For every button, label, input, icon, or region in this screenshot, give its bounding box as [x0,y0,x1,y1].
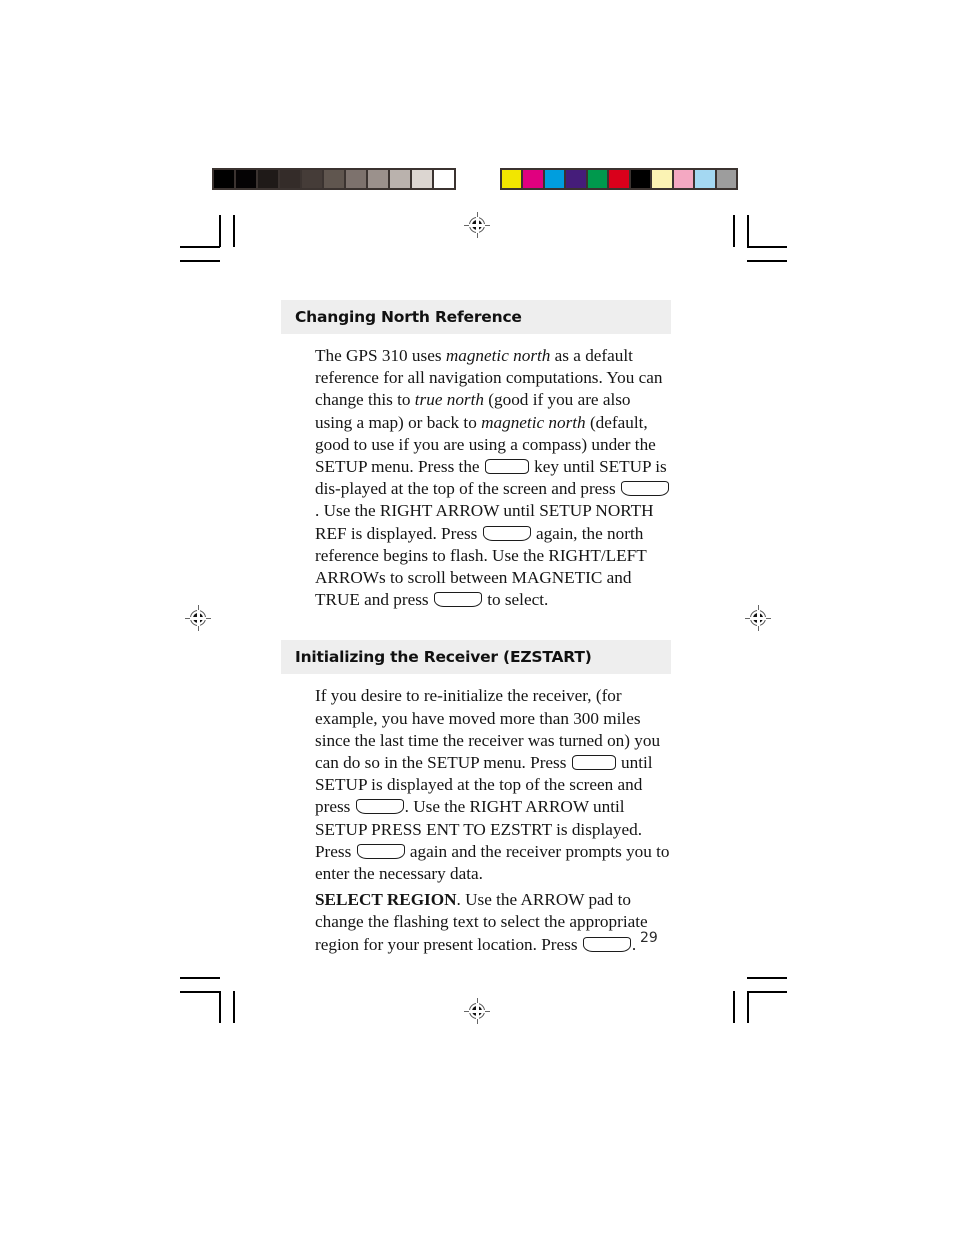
blank-key-button-icon [620,481,669,497]
crop-mark-line [747,260,787,262]
registration-target-left [185,605,211,631]
grayscale-swatch [302,170,324,188]
emphasis-text: true north [414,390,484,410]
crop-mark-line [233,215,235,247]
crop-mark-line [180,977,220,979]
crop-mark-line [733,215,735,247]
paragraph: The GPS 310 uses magnetic north as a def… [315,345,671,611]
color-swatch [609,170,631,188]
blank-key-button-icon [356,843,405,859]
section-changing-north-reference: Changing North Reference The GPS 310 use… [281,300,671,611]
crop-mark-top-left [180,215,235,265]
section-initializing-the-receiver: Initializing the Receiver (EZSTART) If y… [281,640,671,955]
registration-notch [476,1003,479,1019]
blank-key-button-icon [355,799,404,815]
grayscale-swatch [236,170,258,188]
color-calibration-strip [500,168,738,190]
crop-mark-line [180,260,220,262]
grayscale-swatch [368,170,390,188]
paragraph: SELECT REGION. Use the ARROW pad to chan… [315,889,671,956]
page-content: Changing North Reference The GPS 310 use… [281,300,671,956]
blank-key-button-icon [571,755,616,771]
emphasis-text: magnetic north [481,412,586,432]
crop-mark-bottom-left [180,975,235,1025]
color-swatch [716,170,736,188]
crop-mark-line [747,215,749,247]
color-swatch [587,170,610,188]
color-swatch [630,170,653,188]
registration-target-bottom [464,998,490,1024]
registration-notch [476,217,479,233]
grayscale-swatch [346,170,368,188]
registration-notch [197,610,200,626]
crop-mark-line [747,977,787,979]
crop-mark-line [219,991,221,1023]
blank-key-button-icon [482,525,531,541]
paragraph: If you desire to re-initialize the recei… [315,685,671,885]
color-swatch [523,170,545,188]
crop-mark-line [747,246,787,248]
crop-mark-line [733,991,735,1023]
blank-key-button-icon [484,459,529,475]
grayscale-swatch [434,170,454,188]
body-text: . [631,934,637,954]
color-swatch [673,170,696,188]
grayscale-swatch [412,170,434,188]
color-swatch [502,170,524,188]
crop-mark-line [180,246,220,248]
crop-mark-line [747,991,749,1023]
grayscale-calibration-strip [212,168,456,190]
emphasis-text: magnetic north [445,346,551,365]
color-swatch [544,170,567,188]
registration-target-top [464,212,490,238]
grayscale-swatch [280,170,302,188]
grayscale-swatch [324,170,346,188]
registration-target-right [745,605,771,631]
section-body: If you desire to re-initialize the recei… [281,685,671,955]
section-heading: Changing North Reference [281,300,671,334]
blank-key-button-icon [582,936,631,952]
grayscale-swatch [258,170,280,188]
color-swatch [652,170,674,188]
crop-mark-line [233,991,235,1023]
crop-mark-line [747,991,787,993]
crop-mark-line [180,991,220,993]
crop-mark-line [219,215,221,247]
body-text: to select. [482,590,549,610]
grayscale-swatch [214,170,236,188]
section-body: The GPS 310 uses magnetic north as a def… [281,345,671,611]
color-swatch [695,170,717,188]
section-heading: Initializing the Receiver (EZSTART) [281,640,671,675]
color-swatch [566,170,588,188]
grayscale-swatch [390,170,412,188]
crop-mark-top-right [724,215,787,265]
blank-key-button-icon [433,592,482,608]
body-text: The GPS 310 uses [315,346,446,365]
crop-mark-bottom-right [724,975,787,1025]
strong-text: SELECT REGION [315,890,457,910]
registration-notch [757,610,760,626]
page-number: 29 [640,930,658,946]
